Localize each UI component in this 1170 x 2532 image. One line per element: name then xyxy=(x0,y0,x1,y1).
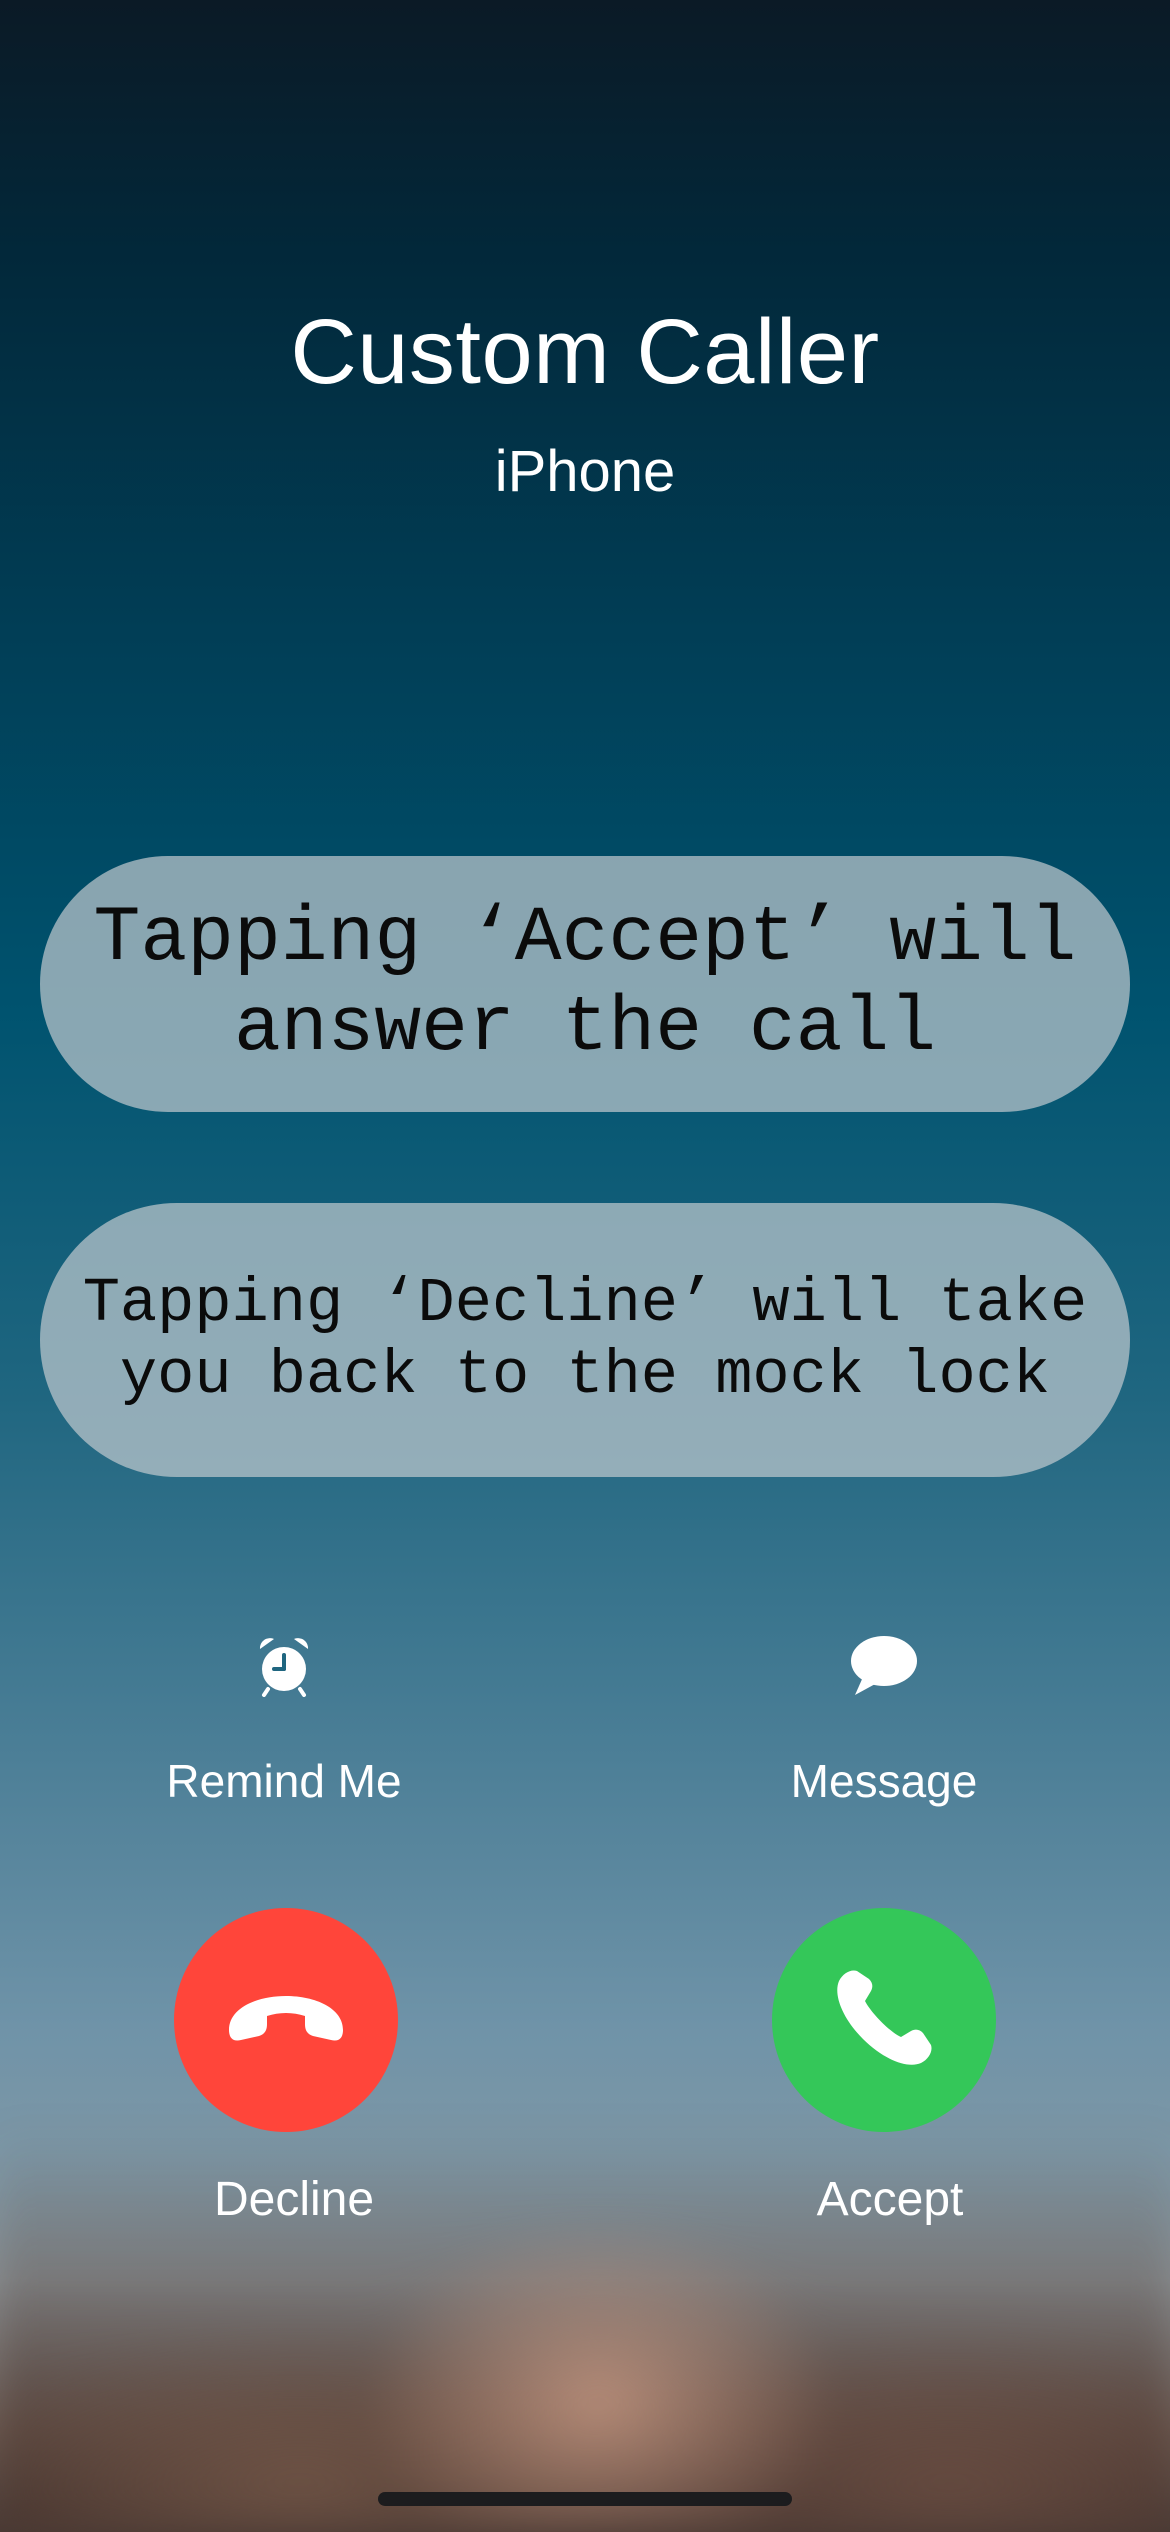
caller-name: Custom Caller xyxy=(290,301,880,403)
accept-button[interactable] xyxy=(772,1908,996,2132)
message-bubble-icon xyxy=(684,1620,1084,1710)
phone-icon xyxy=(829,1963,939,2078)
accept-label: Accept xyxy=(816,2173,964,2226)
accept-hint-banner: Tapping ‘Accept’ will answer the call xyxy=(40,856,1130,1112)
remind-me-label: Remind Me xyxy=(166,1755,402,1807)
remind-me-button[interactable]: Remind Me xyxy=(84,1620,484,1808)
decline-hint-text: Tapping ‘Decline’ will take you back to … xyxy=(82,1268,1088,1411)
phone-down-icon xyxy=(221,1988,351,2053)
decline-hint-banner: Tapping ‘Decline’ will take you back to … xyxy=(40,1203,1130,1477)
accept-hint-text: Tapping ‘Accept’ will answer the call xyxy=(93,895,1077,1073)
alarm-clock-icon xyxy=(84,1620,484,1710)
caller-subtitle: iPhone xyxy=(494,439,676,504)
decline-label: Decline xyxy=(213,2173,375,2226)
decline-button[interactable] xyxy=(174,1908,398,2132)
message-label: Message xyxy=(790,1755,978,1807)
message-button[interactable]: Message xyxy=(684,1620,1084,1808)
home-indicator[interactable] xyxy=(378,2492,792,2506)
